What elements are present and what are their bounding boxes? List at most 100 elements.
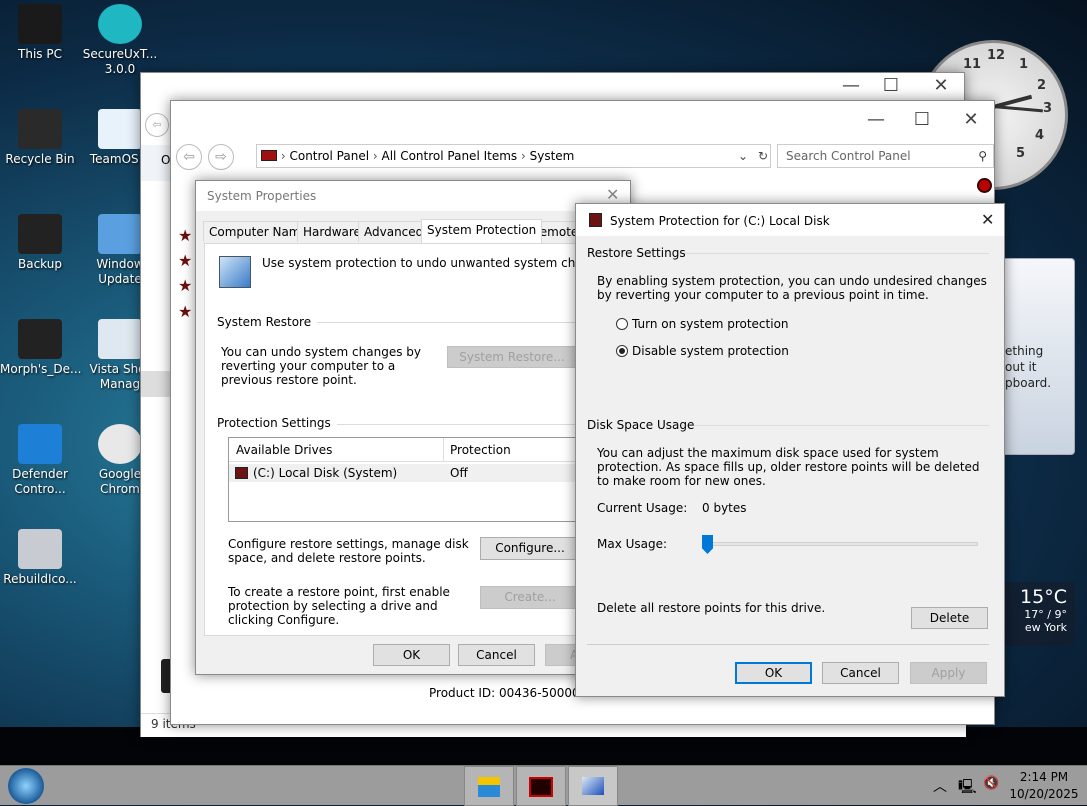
radio-button[interactable]: [616, 345, 628, 357]
help-icon[interactable]: [977, 178, 992, 193]
app-icon: [98, 214, 142, 254]
maximize-button[interactable]: ☐: [907, 109, 937, 130]
clock-number: 3: [1043, 101, 1053, 116]
desktop-icon-label: RebuildIco...: [3, 572, 77, 586]
taskbar-app[interactable]: [516, 766, 566, 806]
desktop-icon[interactable]: Backup: [0, 214, 80, 272]
chevron-up-icon[interactable]: ︿: [933, 776, 947, 796]
clock-date[interactable]: 10/20/2025: [1004, 786, 1084, 803]
tab-hardware[interactable]: Hardware: [297, 221, 367, 242]
radio-disable[interactable]: Disable system protection: [616, 344, 789, 358]
desktop-icon-label: Morph's_De...: [0, 362, 82, 376]
network-icon[interactable]: 🖳: [958, 776, 977, 800]
radio-label: Disable system protection: [632, 344, 789, 358]
chevron-down-icon[interactable]: ⌄: [738, 145, 748, 167]
clock-number: 1: [1019, 57, 1029, 72]
close-button[interactable]: ✕: [981, 210, 994, 229]
configure-button[interactable]: Configure...: [480, 537, 580, 560]
desktop-icon[interactable]: Morph's_De...: [0, 319, 82, 377]
search-placeholder: Search Control Panel: [786, 149, 911, 163]
clock-time[interactable]: 2:14 PM: [1004, 769, 1084, 786]
max-usage-label: Max Usage:: [597, 537, 668, 551]
ok-button[interactable]: OK: [735, 662, 812, 684]
apply-button[interactable]: Apply: [910, 662, 987, 684]
taskbar-file-explorer[interactable]: [464, 766, 514, 806]
drive-icon: [589, 213, 602, 227]
app-icon: [18, 529, 62, 569]
back-arrow-icon[interactable]: ⇦: [145, 113, 169, 137]
radio-button[interactable]: [616, 318, 628, 330]
breadcrumb-item[interactable]: All Control Panel Items: [382, 149, 518, 163]
group-system-restore: System Restore: [217, 315, 318, 329]
taskbar: ︿ 🖳 🔇 2:14 PM 10/20/2025: [0, 765, 1087, 806]
minimize-button[interactable]: —: [861, 109, 891, 130]
create-button[interactable]: Create...: [480, 586, 580, 609]
folder-icon: [478, 777, 500, 797]
close-button[interactable]: ✕: [606, 185, 619, 204]
volume-muted-icon[interactable]: 🔇: [983, 776, 999, 791]
address-bar[interactable]: › Control Panel › All Control Panel Item…: [256, 144, 771, 168]
column-header-protection[interactable]: Protection: [444, 438, 581, 462]
refresh-icon[interactable]: ↻: [758, 145, 768, 167]
forward-button[interactable]: ⇨: [208, 144, 234, 170]
cancel-button[interactable]: Cancel: [458, 644, 535, 666]
system-restore-button[interactable]: System Restore...: [447, 346, 577, 368]
restore-text: By enabling system protection, you can u…: [597, 274, 987, 302]
tab-system-protection[interactable]: System Protection: [421, 219, 543, 243]
search-input[interactable]: Search Control Panel ⚲: [777, 144, 994, 168]
maximize-button[interactable]: ☐: [876, 75, 906, 96]
group-disk-space: Disk Space Usage: [587, 418, 695, 432]
ok-button[interactable]: OK: [373, 644, 450, 666]
radio-label: Turn on system protection: [632, 317, 789, 331]
breadcrumb-item[interactable]: System: [530, 149, 575, 163]
app-icon: [18, 424, 62, 464]
desktop-icon-label: Backup: [18, 257, 62, 271]
close-button[interactable]: ✕: [956, 109, 986, 130]
desktop-icon[interactable]: SecureUxT... 3.0.0: [80, 4, 160, 77]
star-icon: ★: [178, 276, 193, 295]
delete-button[interactable]: Delete: [911, 607, 988, 629]
max-usage-slider-thumb[interactable]: [702, 535, 713, 554]
back-button[interactable]: ⇦: [176, 144, 202, 170]
clock-number: 12: [987, 48, 1006, 63]
dialog-title: System Protection for (C:) Local Disk: [610, 214, 830, 228]
restore-text: You can undo system changes by reverting…: [221, 345, 421, 387]
notes-line: pboard.: [1005, 376, 1052, 390]
breadcrumb-item[interactable]: Control Panel: [289, 149, 369, 163]
clock-number: 11: [963, 57, 982, 72]
desktop-icon[interactable]: Defender Contro...: [0, 424, 80, 497]
weather-temp: 15°C: [1020, 586, 1067, 608]
start-button[interactable]: [8, 768, 44, 804]
system-protection-dialog: System Protection for (C:) Local Disk ✕ …: [575, 203, 1005, 697]
group-protection-settings: Protection Settings: [217, 416, 337, 430]
minimize-button[interactable]: —: [836, 75, 866, 96]
desktop-icon[interactable]: Recycle Bin: [0, 109, 80, 167]
monitor-icon: [529, 777, 553, 797]
star-icon: ★: [178, 302, 193, 321]
close-button[interactable]: ✕: [926, 75, 956, 96]
column-header-drives[interactable]: Available Drives: [229, 438, 444, 462]
clock-number: 5: [1016, 146, 1026, 161]
star-icon: ★: [178, 251, 193, 270]
desktop-icon[interactable]: RebuildIco...: [0, 529, 80, 587]
star-icon: ★: [178, 226, 193, 245]
drive-protection: Off: [450, 466, 468, 480]
group-restore-settings: Restore Settings: [587, 246, 686, 260]
tab-advanced[interactable]: Advanced: [358, 221, 430, 242]
notes-line: ething: [1005, 344, 1044, 358]
desktop-icon[interactable]: This PC: [0, 4, 80, 62]
notes-gadget[interactable]: ething out it pboard.: [995, 258, 1075, 455]
weather-city: ew York: [1024, 621, 1067, 634]
app-icon: [18, 109, 62, 149]
app-icon: [18, 319, 62, 359]
drives-list[interactable]: Available Drives Protection (C:) Local D…: [228, 437, 581, 522]
radio-turn-on[interactable]: Turn on system protection: [616, 317, 789, 331]
max-usage-slider-track[interactable]: [706, 542, 978, 546]
weather-gadget[interactable]: 15°C 17° / 9° ew York: [995, 582, 1075, 646]
cancel-button[interactable]: Cancel: [822, 662, 899, 684]
clock-number: 4: [1035, 128, 1045, 143]
taskbar-system-properties[interactable]: [568, 766, 618, 806]
current-usage-value: 0 bytes: [702, 501, 747, 515]
table-row[interactable]: (C:) Local Disk (System) Off: [229, 464, 581, 482]
desktop-icon-label: Defender Contro...: [12, 467, 68, 496]
